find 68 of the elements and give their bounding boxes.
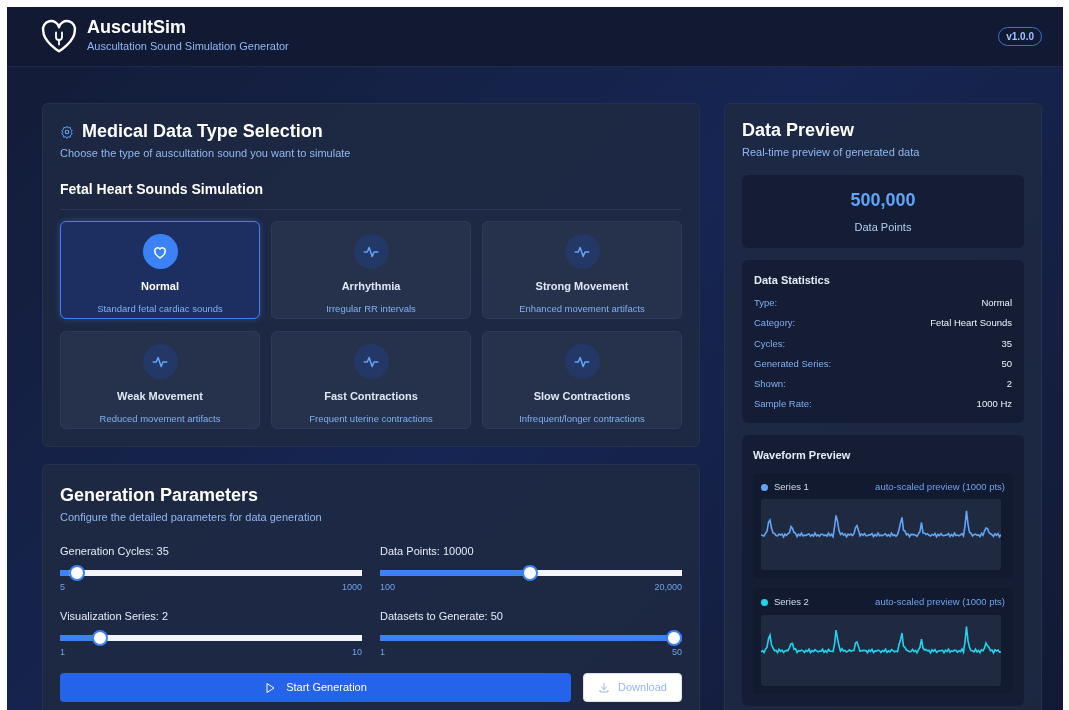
stat-value: 1000 Hz [976, 397, 1012, 412]
stat-label: Category: [754, 316, 796, 331]
slider-max: 1000 [341, 580, 362, 594]
app-subtitle: Auscultation Sound Simulation Generator [87, 39, 289, 55]
panel-title: Medical Data Type Selection [82, 121, 323, 143]
stat-value: Fetal Heart Sounds [930, 316, 1012, 331]
type-description: Infrequent/longer contractions [519, 411, 645, 426]
stat-label: Generated Series: [754, 356, 832, 371]
slider-thumb[interactable] [91, 629, 108, 646]
slider-min: 100 [380, 580, 396, 594]
type-description: Reduced movement artifacts [99, 411, 221, 426]
series-note: auto-scaled preview (1000 pts) [875, 595, 1005, 610]
type-card[interactable]: Strong Movement Enhanced movement artifacts [482, 221, 682, 320]
slider-label: Data Points: 10000 [380, 544, 475, 560]
stat-label: Cycles: [754, 336, 786, 351]
type-name: Fast Contractions [324, 389, 418, 405]
slider-min: 1 [60, 645, 65, 659]
download-icon [598, 681, 611, 694]
slider-label: Datasets to Generate: 50 [380, 609, 504, 625]
play-icon [264, 681, 277, 694]
slider-thumb[interactable] [666, 629, 682, 646]
settings-icon [60, 124, 74, 139]
series-note: auto-scaled preview (1000 pts) [875, 480, 1005, 495]
panel-subtitle: Real-time preview of generated data [742, 144, 921, 160]
type-card[interactable]: Weak Movement Reduced movement artifacts [60, 331, 260, 430]
group-heading: Fetal Heart Sounds Simulation [60, 179, 682, 211]
stat-value: Normal [981, 296, 1012, 311]
series-name: Series 2 [774, 595, 809, 610]
type-card[interactable]: Slow Contractions Infrequent/longer contractions [482, 331, 682, 430]
stat-value: 35 [1001, 336, 1012, 351]
waveform-title: Waveform Preview [753, 447, 852, 463]
slider-label: Generation Cycles: 35 [60, 544, 170, 560]
slider-max: 10 [352, 645, 362, 659]
type-description: Standard fetal cardiac sounds [97, 301, 223, 316]
type-description: Frequent uterine contractions [309, 411, 433, 426]
type-card[interactable]: Arrhythmia Irregular RR intervals [271, 221, 471, 320]
slider-max: 50 [672, 645, 682, 659]
stat-label: Type: [754, 296, 778, 311]
type-name: Normal [141, 279, 179, 295]
total-value: 500,000 [849, 189, 917, 213]
slider-min: 5 [60, 580, 65, 594]
total-label: Data Points [853, 220, 913, 236]
panel-subtitle: Configure the detailed parameters for data generation [60, 509, 323, 525]
type-name: Weak Movement [117, 389, 203, 405]
type-card[interactable]: Normal Standard fetal cardiac sounds [60, 221, 260, 320]
panel-title: Data Preview [742, 120, 856, 142]
slider-min: 1 [380, 645, 385, 659]
start-button[interactable]: Start Generation [60, 673, 571, 703]
series-name: Series 1 [774, 480, 809, 495]
stats-title: Data Statistics [754, 272, 831, 288]
type-name: Slow Contractions [533, 389, 631, 405]
type-name: Strong Movement [535, 279, 629, 295]
slider-thumb[interactable] [68, 564, 85, 581]
type-card[interactable]: Fast Contractions Frequent uterine contractions [271, 331, 471, 430]
slider-thumb[interactable] [522, 564, 539, 581]
stat-label: Sample Rate: [754, 397, 812, 412]
type-description: Irregular RR intervals [326, 301, 416, 316]
type-description: Enhanced movement artifacts [519, 301, 645, 316]
logo-icon [41, 18, 77, 55]
app-title: AuscultSim [87, 18, 188, 39]
type-name: Arrhythmia [341, 279, 401, 295]
stat-label: Shown: [754, 377, 786, 392]
slider-label: Visualization Series: 2 [60, 609, 170, 625]
slider-max: 20,000 [654, 580, 682, 594]
panel-subtitle: Choose the type of auscultation sound you want to simulate [60, 145, 352, 161]
stat-value: 2 [1006, 377, 1012, 392]
stat-value: 50 [1001, 356, 1012, 371]
panel-title: Generation Parameters [60, 485, 260, 507]
